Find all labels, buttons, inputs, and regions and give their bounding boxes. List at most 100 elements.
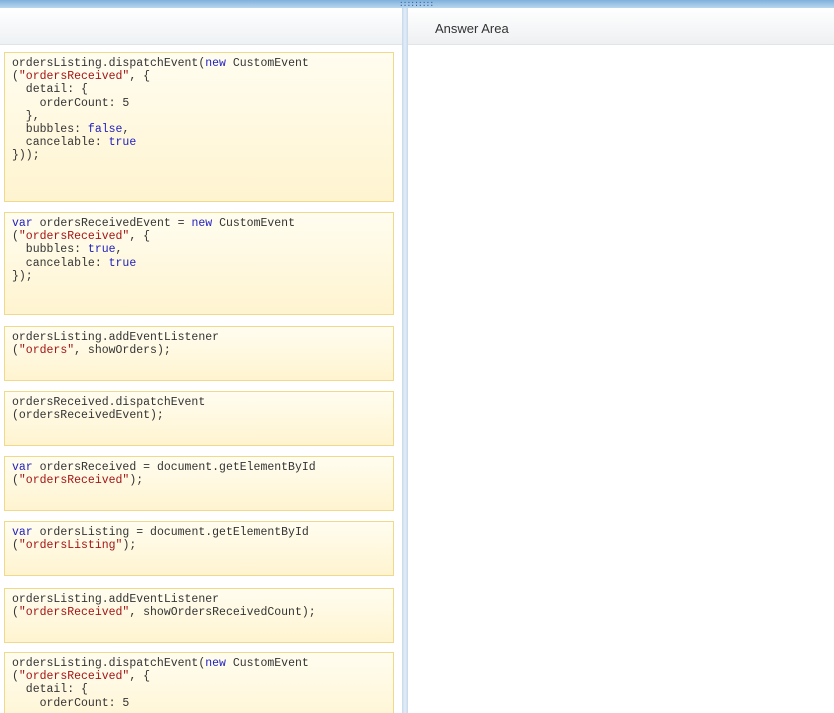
snippet-code: var ordersListing = document.getElementB… — [12, 526, 387, 552]
code-token: detail: { — [12, 83, 88, 97]
snippet-code: var ordersReceived = document.getElement… — [12, 461, 387, 487]
code-keyword: false — [87, 123, 123, 137]
code-token: detail: { — [12, 683, 88, 697]
code-token: ordersReceivedEvent = — [32, 217, 192, 230]
code-line: var ordersReceivedEvent = new CustomEven… — [12, 217, 387, 230]
resize-grip-icon[interactable]: ::::::::: — [399, 0, 433, 8]
code-token: ( — [12, 606, 19, 620]
code-token: cancelable: — [12, 136, 109, 150]
code-string: "ordersReceived" — [18, 474, 130, 488]
code-line: cancelable: true — [12, 136, 387, 149]
code-string: "ordersReceived" — [18, 670, 130, 684]
code-token: , { — [129, 670, 151, 684]
code-token: bubbles: — [12, 123, 88, 137]
code-line: ordersListing.addEventListener — [12, 593, 387, 606]
code-token: ordersListing.addEventListener — [12, 593, 220, 606]
code-line: ordersListing.dispatchEvent(new CustomEv… — [12, 57, 387, 70]
code-keyword: var — [12, 461, 33, 474]
code-token: , showOrders); — [74, 344, 171, 358]
code-token: cancelable: — [12, 256, 109, 270]
code-token: orderCount: 5 — [12, 96, 130, 110]
code-token: , { — [129, 70, 151, 84]
code-token: ordersListing = document.getElementById — [32, 526, 309, 539]
code-snippet-2[interactable]: var ordersReceivedEvent = new CustomEven… — [4, 212, 394, 315]
code-token: })); — [12, 149, 40, 163]
code-line: var ordersReceived = document.getElement… — [12, 461, 387, 474]
code-line: detail: { — [12, 683, 387, 696]
code-snippet-pane: ordersListing.dispatchEvent(new CustomEv… — [0, 8, 402, 713]
code-token: ( — [12, 70, 19, 84]
code-line: bubbles: true, — [12, 243, 387, 256]
code-line: ("ordersReceived", { — [12, 70, 387, 83]
snippet-code: var ordersReceivedEvent = new CustomEven… — [12, 217, 387, 283]
code-line: var ordersListing = document.getElementB… — [12, 526, 387, 539]
code-line: orderCount: 5 — [12, 697, 387, 710]
code-string: "ordersReceived" — [18, 230, 130, 244]
answer-area[interactable]: Answer Area — [408, 8, 834, 713]
answer-area-title: Answer Area — [435, 21, 509, 36]
code-token: ordersReceived = document.getElementById — [32, 461, 316, 474]
code-snippet-7[interactable]: ordersListing.addEventListener ("ordersRe… — [4, 588, 394, 643]
code-line: orderCount: 5 — [12, 97, 387, 110]
code-keyword: true — [87, 243, 116, 257]
code-token: ordersListing.addEventListener — [12, 331, 220, 344]
code-string: "ordersReceived" — [18, 70, 130, 84]
snippet-code: ordersListing.addEventListener ("orders",… — [12, 331, 387, 357]
code-line: cancelable: true — [12, 257, 387, 270]
code-keyword: var — [12, 526, 33, 539]
snippet-code: ordersReceived.dispatchEvent (ordersRecei… — [12, 396, 387, 422]
code-snippet-5[interactable]: var ordersReceived = document.getElement… — [4, 456, 394, 511]
top-resize-bar[interactable]: ::::::::: — [0, 0, 834, 8]
code-keyword: true — [108, 136, 137, 150]
code-token: CustomEvent — [225, 57, 309, 70]
code-line: ("ordersReceived", { — [12, 670, 387, 683]
snippet-code: ordersListing.addEventListener ("ordersRe… — [12, 593, 387, 619]
code-line: ("ordersReceived"); — [12, 474, 387, 487]
code-token: ); — [129, 474, 144, 488]
code-snippet-3[interactable]: ordersListing.addEventListener ("orders",… — [4, 326, 394, 381]
code-token: , — [122, 123, 130, 137]
code-line: ("orders", showOrders); — [12, 344, 387, 357]
code-keyword: new — [205, 657, 226, 670]
snippet-code: ordersListing.dispatchEvent(new CustomEv… — [12, 57, 387, 163]
code-snippet-4[interactable]: ordersReceived.dispatchEvent (ordersRecei… — [4, 391, 394, 446]
code-line: ordersListing.addEventListener — [12, 331, 387, 344]
code-token: , { — [129, 230, 151, 244]
answer-area-header: Answer Area — [408, 8, 834, 45]
code-snippet-8[interactable]: ordersListing.dispatchEvent(new CustomEv… — [4, 652, 394, 713]
code-token: ( — [12, 539, 19, 553]
code-keyword: new — [191, 217, 213, 230]
code-line: bubbles: false, — [12, 123, 387, 136]
code-token: ( — [12, 670, 19, 684]
code-line: ("ordersListing"); — [12, 539, 387, 552]
code-string: "ordersReceived" — [18, 606, 130, 620]
code-line: })); — [12, 149, 387, 162]
code-token: }, — [12, 109, 40, 123]
code-line: detail: { — [12, 83, 387, 96]
code-line: (ordersReceivedEvent); — [12, 409, 387, 422]
code-token: ( — [12, 344, 19, 358]
code-token: }); — [12, 269, 33, 283]
code-line: ordersReceived.dispatchEvent — [12, 396, 387, 409]
code-snippet-1[interactable]: ordersListing.dispatchEvent(new CustomEv… — [4, 52, 394, 202]
code-token: ordersListing.dispatchEvent( — [12, 57, 206, 70]
code-line: }); — [12, 270, 387, 283]
code-token: (ordersReceivedEvent); — [12, 409, 164, 423]
code-token: ); — [122, 539, 137, 553]
code-token: ordersListing.dispatchEvent( — [12, 657, 206, 670]
code-token: , showOrdersReceivedCount); — [129, 606, 316, 620]
code-token: ordersReceived.dispatchEvent — [12, 396, 206, 409]
code-keyword: true — [108, 256, 137, 270]
code-line: ("ordersReceived", { — [12, 230, 387, 243]
code-token: ( — [12, 474, 19, 488]
snippet-code: ordersListing.dispatchEvent(new CustomEv… — [12, 657, 387, 710]
code-string: "ordersListing" — [18, 539, 123, 553]
code-line: ("ordersReceived", showOrdersReceivedCou… — [12, 606, 387, 619]
code-snippet-6[interactable]: var ordersListing = document.getElementB… — [4, 521, 394, 576]
code-token: orderCount: 5 — [12, 696, 130, 710]
code-line: }, — [12, 110, 387, 123]
code-token: CustomEvent — [212, 217, 295, 230]
snippet-pane-header — [0, 8, 402, 45]
code-line: ordersListing.dispatchEvent(new CustomEv… — [12, 657, 387, 670]
code-keyword: var — [12, 217, 33, 230]
